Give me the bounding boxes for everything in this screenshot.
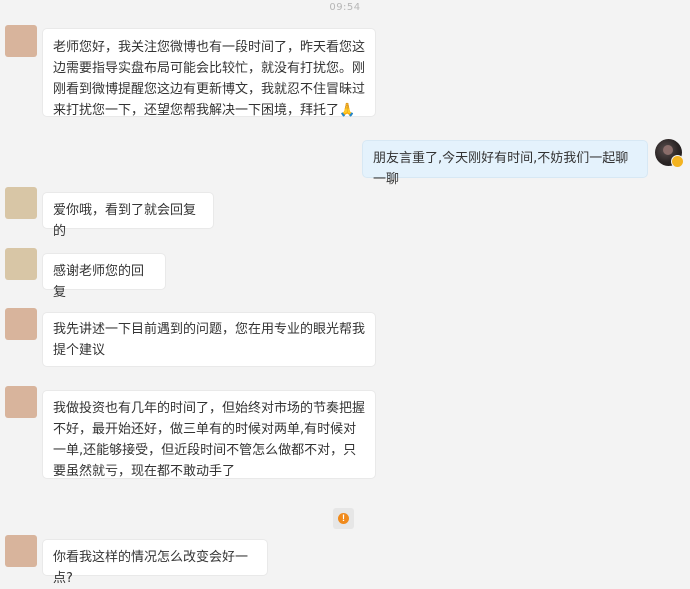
- self-avatar[interactable]: [655, 139, 684, 168]
- message-bubble-self: 朋友言重了,今天刚好有时间,不妨我们一起聊一聊: [363, 141, 647, 187]
- avatar-face: [663, 145, 673, 155]
- contact-avatar[interactable]: [5, 535, 37, 567]
- contact-avatar[interactable]: [5, 248, 37, 280]
- info-button[interactable]: !: [333, 508, 354, 529]
- message-bubble: 我做投资也有几年的时间了，但始终对市场的节奏把握不好，最开始还好，做三单有的时候…: [43, 391, 375, 479]
- message-text: 朋友言重了,今天刚好有时间,不妨我们一起聊一聊: [373, 151, 629, 187]
- message-text: 老师您好，我关注您微博也有一段时间了，昨天看您这边需要指导实盘布局可能会比较忙，…: [53, 40, 366, 118]
- message-text: 你看我这样的情况怎么改变会好一点?: [53, 550, 249, 586]
- message-bubble: 爱你哦，看到了就会回复的: [43, 193, 213, 239]
- message-bubble: 我先讲述一下目前遇到的问题，您在用专业的眼光帮我提个建议: [43, 313, 375, 366]
- verified-badge-icon: [671, 155, 684, 168]
- contact-avatar[interactable]: [5, 386, 37, 418]
- contact-avatar[interactable]: [5, 25, 37, 57]
- message-text: 我先讲述一下目前遇到的问题，您在用专业的眼光帮我提个建议: [53, 322, 366, 358]
- exclamation-info-icon: !: [338, 513, 349, 524]
- timestamp: 09:54: [329, 2, 361, 13]
- contact-avatar[interactable]: [5, 187, 37, 219]
- message-bubble: 老师您好，我关注您微博也有一段时间了，昨天看您这边需要指导实盘布局可能会比较忙，…: [43, 29, 375, 118]
- contact-avatar[interactable]: [5, 308, 37, 340]
- message-text: 爱你哦，看到了就会回复的: [53, 203, 197, 239]
- message-bubble: 感谢老师您的回复: [43, 254, 165, 300]
- message-text: 感谢老师您的回复: [53, 264, 145, 300]
- message-bubble: 你看我这样的情况怎么改变会好一点?: [43, 540, 267, 586]
- message-text: 我做投资也有几年的时间了，但始终对市场的节奏把握不好，最开始还好，做三单有的时候…: [53, 401, 366, 479]
